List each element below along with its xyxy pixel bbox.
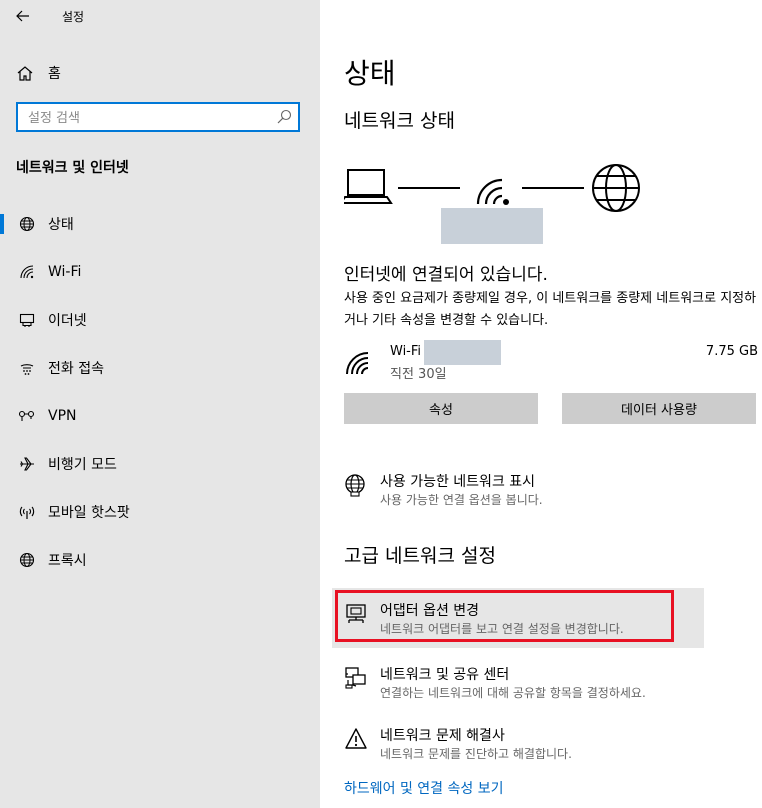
data-usage-button[interactable]: 데이터 사용량 [562,393,756,424]
dialup-icon [20,364,34,375]
show-available-networks-link[interactable]: 사용 가능한 네트워크 표시 사용 가능한 연결 옵션을 봅니다. [336,463,704,515]
sidebar-item-dialup[interactable]: 전화 접속 [0,348,320,388]
connection-status-text: 인터넷에 연결되어 있습니다. [344,265,548,285]
link-subtitle: 네트워크 문제를 진단하고 해결합니다. [380,747,572,761]
sidebar-item-label: VPN [48,408,77,424]
title-bar: 설정 [0,0,320,32]
ethernet-icon [19,313,35,327]
wifi-router-icon [476,178,509,205]
warning-icon [345,728,367,749]
back-button[interactable] [10,4,36,28]
sidebar-item-airplane[interactable]: 비행기 모드 [0,444,320,484]
properties-button[interactable]: 속성 [344,393,538,424]
network-globe-icon [345,474,365,497]
highlight-annotation-box [335,590,674,642]
hotspot-icon [19,506,35,519]
sidebar-item-label: 전화 접속 [48,361,104,377]
sidebar-item-label: Wi-Fi [48,264,82,280]
back-arrow-icon [16,10,29,22]
search-icon [277,109,292,124]
link-subtitle: 연결하는 네트워크에 대해 공유할 항목을 결정하세요. [380,686,646,700]
network-sharing-center-link[interactable]: 네트워크 및 공유 센터 연결하는 네트워크에 대해 공유할 항목을 결정하세요… [336,656,704,708]
sidebar-item-label: 프록시 [48,553,87,569]
sidebar-item-label: 상태 [48,217,74,233]
sidebar-item-proxy[interactable]: 프록시 [0,540,320,580]
sidebar-item-label: 이더넷 [48,313,87,329]
search-box[interactable] [16,102,300,132]
internet-globe-icon [592,164,640,212]
redacted-ssid [424,340,501,365]
airplane-icon [20,457,34,471]
sharing-center-icon [345,667,366,689]
network-name: Wi-Fi [390,344,422,359]
link-subtitle: 사용 가능한 연결 옵션을 봅니다. [380,493,543,507]
app-title: 설정 [62,10,85,24]
sidebar-item-ethernet[interactable]: 이더넷 [0,300,320,340]
data-usage-value: 7.75 GB [705,344,758,359]
main-content: 상태 네트워크 상태 인터넷에 연결되어 있습니다. 사용 중인 요금제가 종량… [320,0,762,808]
laptop-icon [344,169,393,204]
advanced-settings-heading: 고급 네트워크 설정 [344,545,496,567]
network-troubleshooter-link[interactable]: 네트워크 문제 해결사 네트워크 문제를 진단하고 해결합니다. [336,717,704,769]
usage-period: 직전 30일 [390,367,447,382]
sidebar-item-hotspot[interactable]: 모바일 핫스팟 [0,492,320,532]
sidebar: 설정 홈 네트워크 및 인터넷 상태 Wi-Fi 이더넷 전화 접속 VPN 비… [0,0,320,808]
redacted-network-name [441,208,543,244]
sidebar-item-status[interactable]: 상태 [0,204,320,244]
wifi-icon [20,265,34,279]
link-title: 사용 가능한 네트워크 표시 [380,474,536,490]
active-indicator [0,214,4,234]
hardware-connection-properties-link[interactable]: 하드웨어 및 연결 속성 보기 [344,778,503,798]
sidebar-item-label: 모바일 핫스팟 [48,505,130,521]
metered-description: 사용 중인 요금제가 종량제일 경우, 이 네트워크를 종량제 네트워크로 지정… [344,291,757,328]
home-label: 홈 [48,66,61,82]
link-title: 네트워크 문제 해결사 [380,728,505,744]
globe-icon [19,552,35,568]
link-title: 네트워크 및 공유 센터 [380,667,510,683]
wifi-signal-icon [346,352,369,375]
search-input[interactable] [26,108,270,128]
globe-icon [19,216,35,232]
sidebar-item-vpn[interactable]: VPN [0,396,320,436]
vpn-icon [18,410,35,421]
page-title: 상태 [344,57,396,90]
sidebar-item-wifi[interactable]: Wi-Fi [0,252,320,292]
network-status-heading: 네트워크 상태 [344,110,455,132]
network-usage-row: Wi-Fi 직전 30일 7.75 GB [344,338,758,384]
section-title: 네트워크 및 인터넷 [16,160,129,176]
sidebar-item-label: 비행기 모드 [48,457,117,473]
home-link[interactable]: 홈 [16,60,61,86]
home-icon [17,66,33,81]
